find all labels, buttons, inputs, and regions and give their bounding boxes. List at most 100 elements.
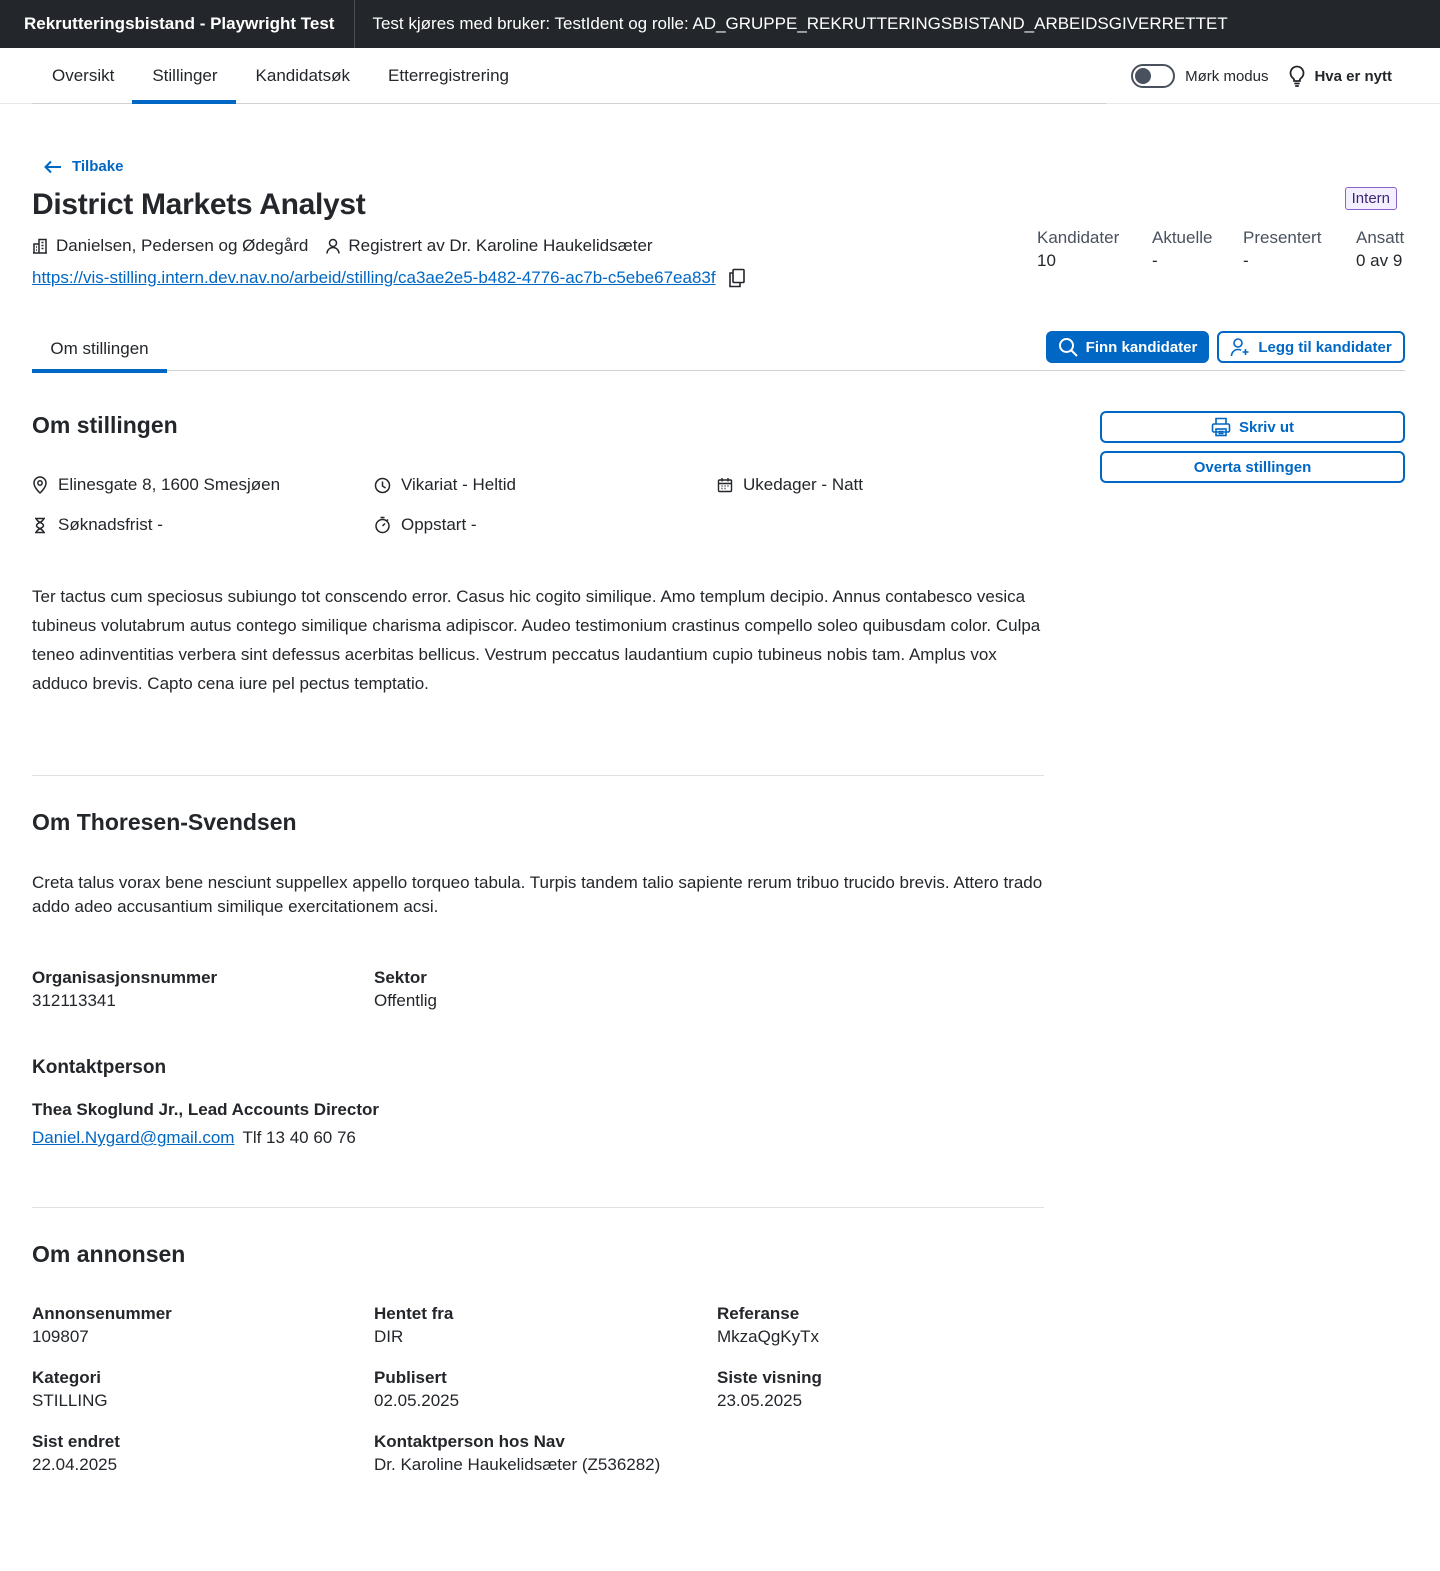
nav-tab-oversikt[interactable]: Oversikt [32,48,132,103]
stat-label: Kandidater [1037,228,1120,247]
app-title[interactable]: Rekrutteringsbistand - Playwright Test [0,0,356,48]
add-candidates-label: Legg til kandidater [1258,338,1392,356]
person-add-icon [1230,337,1250,357]
fact-employment: Vikariat - Heltid [374,475,516,495]
dark-mode-toggle[interactable] [1131,64,1176,88]
hourglass-icon [32,517,48,534]
section-heading-employer: Om Thoresen-Svendsen [32,809,297,835]
contact-email-link[interactable]: Daniel.Nygard@gmail.com [32,1128,234,1148]
field-label: Kategori [32,1368,101,1387]
sector-label: Sektor [374,968,427,987]
contact-heading: Kontaktperson [32,1057,167,1078]
field-value: 02.05.2025 [374,1391,460,1410]
arrow-left-icon [44,160,62,174]
fact-address: Elinesgate 8, 1600 Smesjøen [32,475,280,495]
intern-badge: Intern [1344,187,1397,210]
position-url-row: https://vis-stilling.intern.dev.nav.no/a… [32,268,746,288]
fact-schedule: Ukedager - Natt [717,475,863,495]
org-number-value: 312113341 [32,991,116,1010]
nav-utilities: Mørk modus Hva er nytt [1131,48,1392,104]
page-title: District Markets Analyst [32,188,366,221]
copy-icon[interactable] [728,268,746,288]
location-pin-icon [32,476,48,494]
employment-text: Vikariat - Heltid [401,475,516,494]
field-value: MkzaQgKyTx [717,1327,820,1346]
stat-value: - [1152,251,1158,270]
start-text: Oppstart - [401,515,477,534]
employer-info: Danielsen, Pedersen og Ødegård [32,236,308,256]
position-url-link[interactable]: https://vis-stilling.intern.dev.nav.no/a… [32,268,716,288]
nav-tab-etterregistrering[interactable]: Etterregistrering [368,48,527,103]
field-value: STILLING [32,1391,108,1410]
sector-value: Offentlig [374,991,438,1010]
stat-label: Aktuelle [1152,228,1213,247]
stat-value: - [1243,251,1249,270]
registered-by: Registrert av Dr. Karoline Haukelidsæter [348,236,653,255]
stat-label: Presentert [1243,228,1322,247]
print-button[interactable]: Skriv ut [1100,411,1405,443]
field-label: Hentet fra [374,1304,454,1323]
nav-tab-kandidatsok[interactable]: Kandidatsøk [236,48,369,103]
field-value: 109807 [32,1327,89,1346]
schedule-text: Ukedager - Natt [743,475,863,494]
field-label: Publisert [374,1368,447,1387]
fact-deadline: Søknadsfrist - [32,515,163,535]
field-value: Dr. Karoline Haukelidsæter (Z536282) [374,1455,661,1474]
field-label: Referanse [717,1304,800,1323]
main-navigation: Oversikt Stillinger Kandidatsøk Etterreg… [0,48,1440,104]
candidate-stats: Kandidater 10 Aktuelle - Presentert - An… [1037,228,1404,271]
stopwatch-icon [374,516,391,534]
section-heading-om-annonsen: Om annonsen [32,1241,186,1267]
person-icon [326,238,341,254]
ad-field-referanse: Referanse MkzaQgKyTx [717,1304,819,1347]
employer-description: Creta talus vorax bene nesciunt suppelle… [32,873,1043,916]
ad-field-siste-visning: Siste visning 23.05.2025 [717,1368,822,1411]
whats-new-label: Hva er nytt [1314,67,1392,85]
sector-field: Sektor Offentlig [374,968,437,1011]
take-over-label: Overta stillingen [1193,458,1312,476]
section-divider [32,1207,1044,1208]
lightbulb-icon [1288,65,1306,87]
field-label: Kontaktperson hos Nav [374,1432,565,1451]
calendar-icon [717,477,733,493]
nav-tabs: Oversikt Stillinger Kandidatsøk Etterreg… [32,48,1106,104]
search-icon [1058,337,1078,357]
ad-field-hentet-fra: Hentet fra DIR [374,1304,453,1347]
ad-field-kategori: Kategori STILLING [32,1368,108,1411]
stat-value: 0 av 9 [1356,251,1403,270]
registered-by-info: Registrert av Dr. Karoline Haukelidsæter [326,236,653,256]
tab-om-stillingen[interactable]: Om stillingen [32,326,167,373]
field-value: 22.04.2025 [32,1455,118,1474]
find-candidates-button[interactable]: Finn kandidater [1046,331,1209,363]
position-meta: Danielsen, Pedersen og Ødegård Registrer… [32,236,653,256]
deadline-text: Søknadsfrist - [58,515,163,534]
toggle-knob [1135,68,1152,84]
top-banner: Rekrutteringsbistand - Playwright Test T… [0,0,1440,48]
find-candidates-label: Finn kandidater [1085,338,1198,356]
ad-field-sist-endret: Sist endret 22.04.2025 [32,1432,120,1475]
back-link[interactable]: Tilbake [44,158,123,175]
org-number-field: Organisasjonsnummer 312113341 [32,968,217,1011]
section-heading-om-stillingen: Om stillingen [32,412,178,438]
stat-ansatt: Ansatt 0 av 9 [1356,228,1404,271]
add-candidates-button[interactable]: Legg til kandidater [1217,331,1405,363]
whats-new-button[interactable]: Hva er nytt [1288,65,1392,87]
stat-aktuelle: Aktuelle - [1152,228,1243,271]
address-text: Elinesgate 8, 1600 Smesjøen [58,475,281,494]
field-label: Annonsenummer [32,1304,172,1323]
back-label: Tilbake [72,158,124,175]
nav-tab-stillinger[interactable]: Stillinger [132,48,236,104]
field-label: Sist endret [32,1432,120,1451]
take-over-button[interactable]: Overta stillingen [1100,451,1405,483]
clock-icon [374,477,391,494]
stat-label: Ansatt [1356,228,1405,247]
ad-field-annonsenummer: Annonsenummer 109807 [32,1304,172,1347]
position-description: Ter tactus cum speciosus subiungo tot co… [32,587,1041,693]
fact-start: Oppstart - [374,515,477,535]
printer-icon [1211,417,1231,437]
print-label: Skriv ut [1238,418,1295,436]
ad-field-kontaktperson-nav: Kontaktperson hos Nav Dr. Karoline Hauke… [374,1432,660,1475]
contact-name: Thea Skoglund Jr., Lead Accounts Directo… [32,1100,379,1119]
stat-value: 10 [1037,251,1056,270]
employer-name: Danielsen, Pedersen og Ødegård [56,236,309,255]
